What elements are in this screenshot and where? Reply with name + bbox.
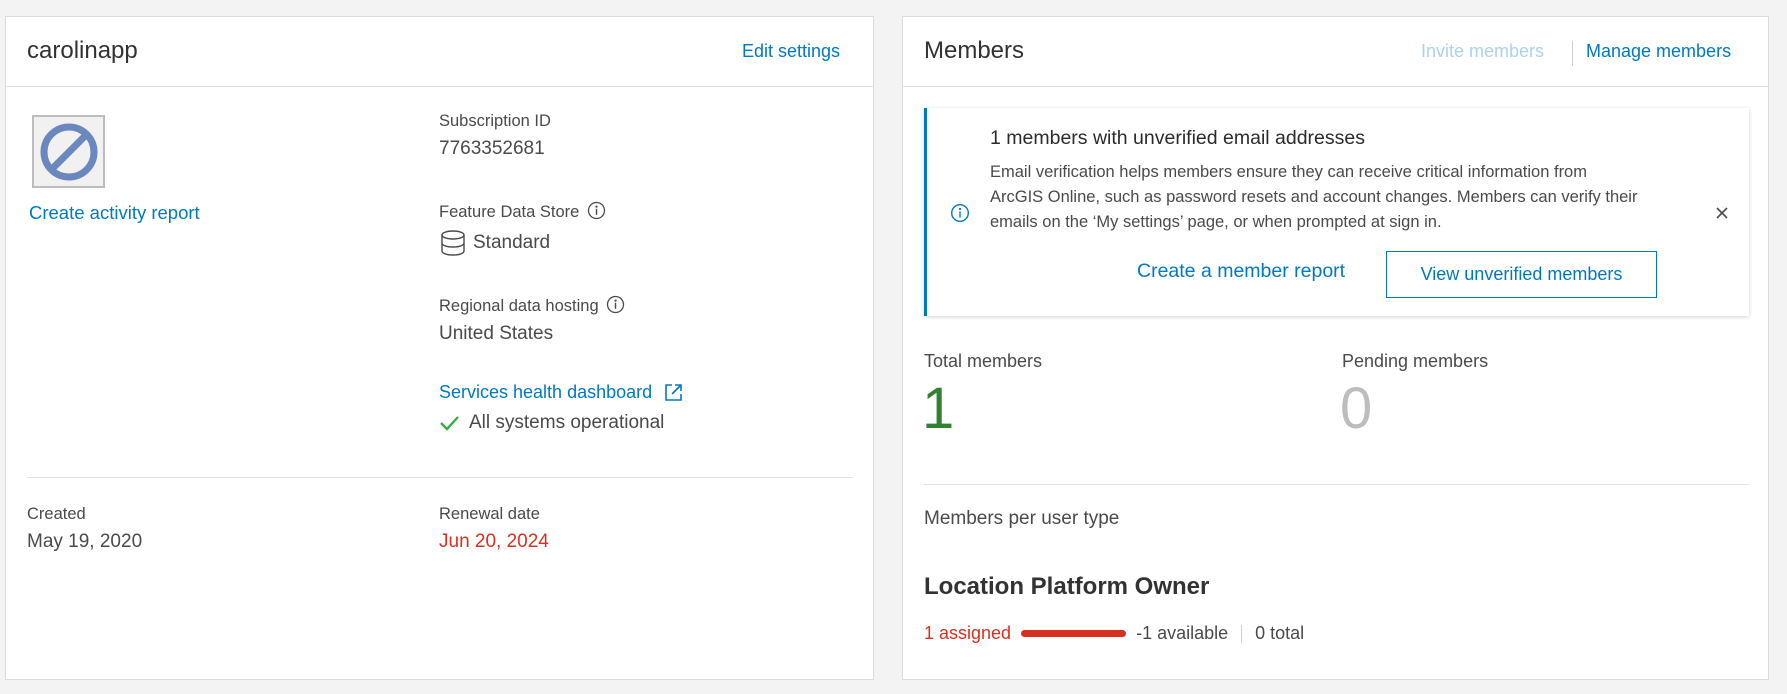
members-divider	[924, 484, 1749, 485]
regional-hosting-value: United States	[439, 323, 554, 344]
edit-settings-link[interactable]: Edit settings	[742, 41, 840, 62]
subscription-id-label: Subscription ID	[439, 112, 551, 130]
members-card-header: Members Invite members Manage members	[903, 17, 1768, 87]
renewal-date-value: Jun 20, 2024	[439, 531, 549, 552]
services-health-dashboard-link[interactable]: Services health dashboard	[439, 382, 684, 403]
feature-data-store-value: Standard	[439, 229, 550, 257]
members-card: Members Invite members Manage members 1 …	[902, 16, 1769, 680]
create-activity-report-link[interactable]: Create activity report	[29, 202, 200, 224]
info-icon[interactable]	[606, 295, 625, 314]
regional-hosting-label: Regional data hosting	[439, 295, 625, 316]
notice-title: 1 members with unverified email addresse…	[990, 127, 1365, 149]
user-type-name: Location Platform Owner	[924, 573, 1210, 600]
total-members-label: Total members	[924, 351, 1043, 371]
system-status-text: All systems operational	[469, 412, 665, 433]
system-status: All systems operational	[439, 412, 664, 434]
members-per-user-type-label: Members per user type	[924, 508, 1120, 529]
check-icon	[440, 416, 459, 431]
no-symbol-icon	[40, 123, 97, 180]
manage-members-link[interactable]: Manage members	[1586, 41, 1731, 62]
pending-members-value: 0	[1340, 376, 1373, 441]
assigned-count: 1 assigned	[924, 623, 1012, 643]
services-health-dashboard-text: Services health dashboard	[439, 382, 653, 402]
org-divider	[27, 477, 853, 478]
organization-name: carolinapp	[27, 37, 138, 64]
organization-thumbnail	[32, 115, 105, 188]
created-value: May 19, 2020	[27, 531, 143, 552]
feature-data-store-value-text: Standard	[473, 232, 551, 253]
available-count: -1 available	[1136, 623, 1229, 643]
organization-card: carolinapp Edit settings Create activity…	[5, 16, 874, 680]
close-icon[interactable]	[1715, 206, 1729, 220]
database-icon	[441, 230, 465, 256]
header-separator	[1572, 41, 1573, 66]
invite-members-link[interactable]: Invite members	[1421, 41, 1544, 62]
create-member-report-link[interactable]: Create a member report	[1137, 260, 1345, 283]
feature-data-store-label: Feature Data Store	[439, 201, 606, 222]
organization-card-header: carolinapp Edit settings	[6, 17, 873, 87]
feature-data-store-label-text: Feature Data Store	[439, 203, 580, 221]
view-unverified-members-button[interactable]: View unverified members	[1386, 251, 1657, 298]
assigned-progress-bar	[1021, 630, 1127, 637]
regional-hosting-label-text: Regional data hosting	[439, 297, 599, 315]
info-icon	[950, 203, 970, 223]
total-licenses: 0 total	[1255, 623, 1305, 643]
renewal-date-label: Renewal date	[439, 505, 540, 523]
unverified-email-notice: 1 members with unverified email addresse…	[924, 108, 1749, 316]
members-title: Members	[924, 37, 1025, 64]
usage-separator	[1241, 624, 1243, 643]
total-members-value: 1	[922, 376, 955, 441]
created-label: Created	[27, 505, 86, 523]
pending-members-label: Pending members	[1342, 351, 1489, 371]
external-link-icon	[665, 384, 682, 401]
notice-body: Email verification helps members ensure …	[990, 163, 1638, 231]
user-type-usage: 1 assigned -1 available 0 total	[924, 623, 1304, 644]
info-icon[interactable]	[587, 201, 606, 220]
subscription-id-value: 7763352681	[439, 138, 545, 159]
